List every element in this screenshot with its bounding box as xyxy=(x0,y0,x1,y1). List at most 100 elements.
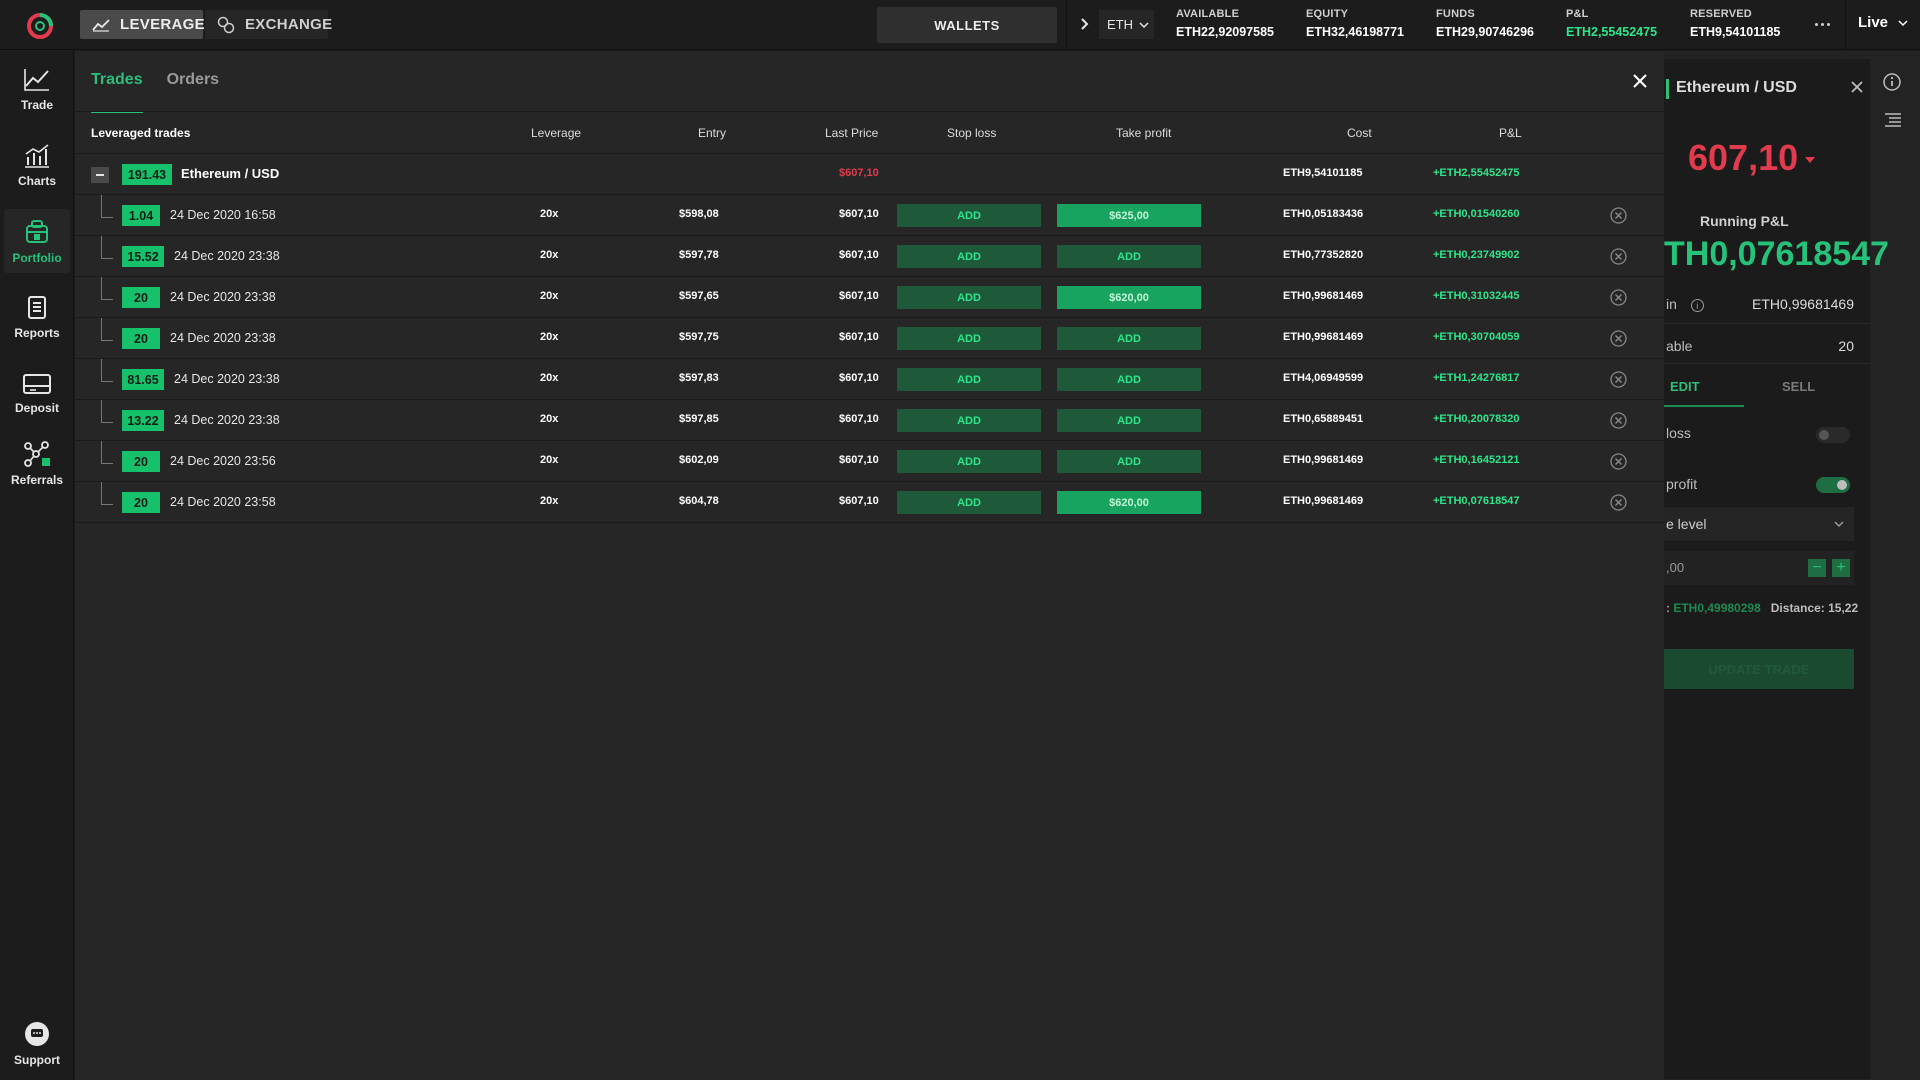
trade-row[interactable]: 15.52 24 Dec 2020 23:38 20x $597,78 $607… xyxy=(75,236,1664,277)
close-trade-icon[interactable] xyxy=(1610,207,1627,224)
close-trade-icon[interactable] xyxy=(1610,289,1627,306)
tab-sell[interactable]: SELL xyxy=(1782,379,1815,394)
tab-leverage[interactable]: LEVERAGE xyxy=(80,10,205,39)
currency-select[interactable]: ETH xyxy=(1099,10,1154,39)
sidebar-item-support[interactable]: Support xyxy=(4,1011,70,1075)
trade-cost: ETH4,06949599 xyxy=(1283,372,1364,384)
close-trade-icon[interactable] xyxy=(1610,248,1627,265)
tab-exchange[interactable]: EXCHANGE xyxy=(205,10,332,39)
trade-amount-badge: 13.22 xyxy=(122,410,164,431)
take-profit-button[interactable]: ADD xyxy=(1057,368,1201,391)
chevron-right-icon[interactable] xyxy=(1074,14,1094,34)
level-select[interactable]: e level xyxy=(1664,507,1854,541)
charts-icon xyxy=(25,143,49,168)
info-icon[interactable]: i xyxy=(1690,299,1704,312)
sidebar-item-referrals[interactable]: Referrals xyxy=(4,431,70,495)
stat-funds-value: ETH29,90746296 xyxy=(1436,25,1534,39)
stop-loss-add-button[interactable]: ADD xyxy=(897,286,1041,309)
stop-loss-add-button[interactable]: ADD xyxy=(897,368,1041,391)
trade-row[interactable]: 81.65 24 Dec 2020 23:38 20x $597,83 $607… xyxy=(75,359,1664,400)
stop-loss-toggle[interactable] xyxy=(1816,427,1850,443)
side-panel-price: 607,10 xyxy=(1688,137,1799,178)
logo-icon[interactable] xyxy=(26,12,54,40)
trade-row[interactable]: 1.04 24 Dec 2020 16:58 20x $598,08 $607,… xyxy=(75,195,1664,236)
column-header-pnl: P&L xyxy=(1499,126,1522,140)
tree-connector xyxy=(101,236,113,259)
tree-connector xyxy=(101,318,113,341)
trade-row[interactable]: 13.22 24 Dec 2020 23:38 20x $597,85 $607… xyxy=(75,400,1664,441)
info-icon[interactable] xyxy=(1882,72,1902,92)
trade-entry: $598,08 xyxy=(679,208,719,220)
take-profit-button[interactable]: $620,00 xyxy=(1057,491,1201,514)
sidebar-item-label: Support xyxy=(14,1052,60,1067)
trade-entry: $604,78 xyxy=(679,495,719,507)
trade-leverage: 20x xyxy=(540,290,559,302)
close-trade-icon[interactable] xyxy=(1610,494,1627,511)
decrement-button[interactable]: − xyxy=(1808,559,1826,577)
margin-info-value: ETH0,49980298 xyxy=(1673,601,1761,615)
take-profit-button[interactable]: $625,00 xyxy=(1057,204,1201,227)
sidebar-item-reports[interactable]: Reports xyxy=(4,285,70,349)
trade-last-price: $607,10 xyxy=(839,331,879,343)
tree-connector xyxy=(101,359,113,382)
trade-amount-badge: 15.52 xyxy=(122,246,164,267)
more-options-icon[interactable] xyxy=(1808,14,1836,34)
tab-trades[interactable]: Trades xyxy=(91,51,143,113)
stat-reserved-value: ETH9,54101185 xyxy=(1690,25,1781,39)
stop-loss-add-button[interactable]: ADD xyxy=(897,327,1041,350)
sidebar-item-deposit[interactable]: Deposit xyxy=(4,361,70,425)
sidebar-item-portfolio[interactable]: Portfolio xyxy=(4,209,70,273)
trade-last-price: $607,10 xyxy=(839,290,879,302)
trade-entry: $602,09 xyxy=(679,454,719,466)
collapse-icon[interactable] xyxy=(91,167,109,183)
take-profit-button[interactable]: ADD xyxy=(1057,450,1201,473)
live-select[interactable]: Live xyxy=(1858,14,1908,31)
update-trade-button[interactable]: UPDATE TRADE xyxy=(1664,649,1854,689)
trade-cost: ETH0,77352820 xyxy=(1283,249,1364,261)
stop-loss-add-button[interactable]: ADD xyxy=(897,245,1041,268)
stop-loss-add-button[interactable]: ADD xyxy=(897,204,1041,227)
take-profit-button[interactable]: $620,00 xyxy=(1057,286,1201,309)
referrals-icon xyxy=(24,440,50,467)
group-pnl: +ETH2,55452475 xyxy=(1433,167,1520,179)
take-profit-button[interactable]: ADD xyxy=(1057,409,1201,432)
tab-edit[interactable]: EDIT xyxy=(1670,379,1700,394)
sidebar-item-charts[interactable]: Charts xyxy=(4,133,70,197)
stop-loss-add-button[interactable]: ADD xyxy=(897,450,1041,473)
take-profit-button[interactable]: ADD xyxy=(1057,327,1201,350)
wallets-button[interactable]: WALLETS xyxy=(877,7,1057,43)
close-icon[interactable] xyxy=(1630,71,1650,91)
close-trade-icon[interactable] xyxy=(1610,330,1627,347)
stop-loss-add-button[interactable]: ADD xyxy=(897,491,1041,514)
column-header-stop-loss: Stop loss xyxy=(947,126,997,140)
close-trade-icon[interactable] xyxy=(1610,371,1627,388)
group-amount-badge: 191.43 xyxy=(122,164,172,185)
panel-tabs: Trades Orders xyxy=(91,51,219,113)
order-book-icon[interactable] xyxy=(1884,112,1902,128)
increment-button[interactable]: + xyxy=(1832,559,1850,577)
sidebar-item-trade[interactable]: Trade xyxy=(4,57,70,121)
close-trade-icon[interactable] xyxy=(1610,453,1627,470)
sidebar: Trade Charts Portfolio Reports Deposit R… xyxy=(0,51,74,1080)
trade-last-price: $607,10 xyxy=(839,372,879,384)
tab-orders[interactable]: Orders xyxy=(167,51,219,112)
trade-row[interactable]: 20 24 Dec 2020 23:58 20x $604,78 $607,10… xyxy=(75,482,1664,523)
trade-pnl: +ETH0,16452121 xyxy=(1433,454,1520,466)
take-profit-toggle[interactable] xyxy=(1816,477,1850,493)
running-pnl-value: TH0,07618547 xyxy=(1664,235,1889,273)
trade-group-row[interactable]: 191.43 Ethereum / USD $607,10 ETH9,54101… xyxy=(75,154,1664,195)
trade-row[interactable]: 20 24 Dec 2020 23:38 20x $597,65 $607,10… xyxy=(75,277,1664,318)
trade-pnl: +ETH0,23749902 xyxy=(1433,249,1520,261)
divider xyxy=(1845,0,1846,50)
trade-pnl: +ETH0,31032445 xyxy=(1433,290,1520,302)
trade-date: 24 Dec 2020 23:56 xyxy=(170,454,276,468)
trade-row[interactable]: 20 24 Dec 2020 23:38 20x $597,75 $607,10… xyxy=(75,318,1664,359)
stop-loss-add-button[interactable]: ADD xyxy=(897,409,1041,432)
side-panel-close-icon[interactable] xyxy=(1850,80,1864,94)
close-trade-icon[interactable] xyxy=(1610,412,1627,429)
deposit-icon xyxy=(23,373,51,394)
take-profit-button[interactable]: ADD xyxy=(1057,245,1201,268)
trade-date: 24 Dec 2020 23:38 xyxy=(174,413,280,427)
trade-row[interactable]: 20 24 Dec 2020 23:56 20x $602,09 $607,10… xyxy=(75,441,1664,482)
chevron-down-icon xyxy=(1139,21,1149,28)
